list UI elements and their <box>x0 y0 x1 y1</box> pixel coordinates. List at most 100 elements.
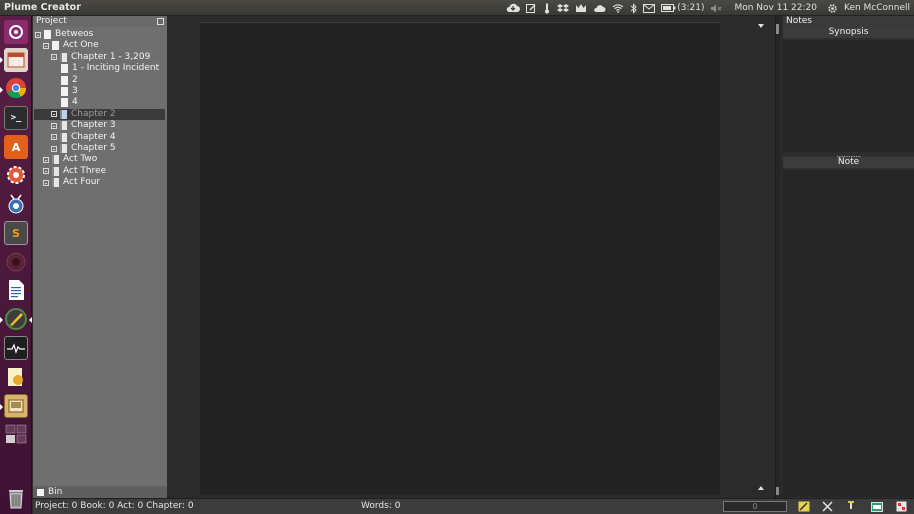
tree-item[interactable]: Betweos <box>35 29 93 40</box>
volume-icon[interactable] <box>710 1 722 15</box>
tree-item[interactable]: Act One <box>43 40 99 51</box>
tree-item[interactable]: Chapter 4 <box>51 132 116 143</box>
panel-splitter[interactable] <box>775 16 780 498</box>
tree-item-label: 2 <box>72 74 78 85</box>
synopsis-textarea[interactable] <box>783 40 914 152</box>
editor-text-area[interactable] <box>200 22 720 495</box>
edit-icon[interactable] <box>526 1 537 15</box>
tree-item[interactable]: Chapter 5 <box>51 143 116 154</box>
word-count: Words: 0 <box>361 501 401 511</box>
tree-item-label: Act Three <box>63 165 107 176</box>
tree-item-label: 1 - Inciting Incident <box>72 63 160 74</box>
timer-input[interactable]: 0 <box>723 501 787 512</box>
dock-float-button[interactable] <box>157 18 164 25</box>
tree-item[interactable]: Chapter 1 - 3,209 <box>51 52 150 63</box>
book-icon <box>44 30 51 39</box>
cloud-download-icon[interactable] <box>506 1 521 15</box>
tree-item-label: Chapter 1 - 3,209 <box>71 51 151 62</box>
sublime-icon[interactable]: S <box>4 221 28 245</box>
tree-item-label: Act Four <box>63 177 101 188</box>
note-textarea[interactable] <box>783 170 914 497</box>
chapter-icon <box>52 155 59 165</box>
tree-item[interactable]: 3 <box>61 86 78 97</box>
document-icon <box>61 75 68 85</box>
project-header: Project <box>33 16 167 27</box>
datetime[interactable]: Mon Nov 11 22:20 <box>734 1 817 15</box>
software-center-icon[interactable]: A <box>4 135 28 159</box>
chapter-icon <box>60 121 67 131</box>
expand-toggle-icon[interactable] <box>51 145 57 152</box>
expand-toggle-icon[interactable] <box>43 156 49 163</box>
expand-toggle-icon[interactable] <box>51 122 57 129</box>
expand-toggle-icon[interactable] <box>51 54 57 61</box>
pin-icon[interactable] <box>845 501 857 512</box>
tree-item[interactable]: 1 - Inciting Incident <box>61 63 159 74</box>
tree-item[interactable]: Act Two <box>43 154 97 165</box>
tree-item[interactable]: Chapter 3 <box>51 120 116 131</box>
chapter-icon <box>52 166 59 176</box>
notes-panel: Notes Synopsis .............. Note <box>783 16 914 498</box>
scroll-up-arrow-icon[interactable] <box>758 486 764 490</box>
user-name[interactable]: Ken McConnell <box>844 1 910 15</box>
trash-icon[interactable] <box>4 486 28 510</box>
tree-item[interactable]: Act Three <box>43 166 106 177</box>
document-icon <box>52 41 59 51</box>
files-icon[interactable] <box>4 48 28 72</box>
battery-icon[interactable]: (3:21) <box>661 1 704 15</box>
tree-item[interactable]: Chapter 2 <box>34 108 165 120</box>
terminal-icon[interactable]: >_ <box>4 106 28 130</box>
expand-toggle-icon[interactable] <box>43 168 49 175</box>
tree-item-label: Act Two <box>63 154 98 165</box>
system-monitor-icon[interactable] <box>4 336 28 360</box>
chapter-icon <box>60 132 67 142</box>
bug-icon[interactable] <box>4 192 28 216</box>
tools-icon[interactable] <box>821 501 833 512</box>
expand-toggle-icon[interactable] <box>43 179 49 186</box>
layout-icon[interactable] <box>895 501 907 512</box>
expand-toggle-icon[interactable] <box>35 31 41 38</box>
scanner-icon[interactable] <box>4 394 28 418</box>
splitter-handle[interactable] <box>776 24 779 34</box>
document-icon <box>61 87 68 96</box>
tree-item[interactable]: 2 <box>61 75 78 86</box>
synopsis-title: Synopsis <box>783 27 914 38</box>
fullscreen-edit-icon[interactable] <box>798 501 810 512</box>
settings-icon[interactable] <box>4 163 28 187</box>
crown-icon[interactable] <box>575 1 587 15</box>
bluetooth-icon[interactable] <box>630 1 637 15</box>
scroll-down-arrow-icon[interactable] <box>758 24 764 28</box>
document-icon[interactable] <box>4 278 28 302</box>
note-title: Note <box>783 157 914 168</box>
tree-item-label: Chapter 4 <box>71 131 116 142</box>
dash-icon[interactable] <box>4 20 28 44</box>
launcher-pip <box>0 87 3 93</box>
splitter-handle[interactable] <box>776 487 779 495</box>
project-panel: Project <box>33 16 167 498</box>
dropbox-icon[interactable] <box>557 1 570 15</box>
image-icon[interactable] <box>871 501 883 512</box>
notes-app-icon[interactable] <box>4 365 28 389</box>
expand-toggle-icon[interactable] <box>51 111 57 118</box>
notes-header: Notes <box>783 16 914 27</box>
cloud-icon[interactable] <box>593 1 606 15</box>
gear-icon[interactable] <box>827 1 838 15</box>
launcher: >_ A S <box>0 16 32 514</box>
bin-item[interactable]: Bin <box>33 486 167 498</box>
chapter-icon <box>60 144 67 153</box>
wifi-icon[interactable] <box>612 1 624 15</box>
chrome-icon[interactable] <box>4 76 28 100</box>
expand-toggle-icon[interactable] <box>43 42 49 49</box>
expand-toggle-icon[interactable] <box>51 134 57 141</box>
tree-item[interactable]: 4 <box>61 97 78 108</box>
workspaces-icon[interactable] <box>4 422 28 446</box>
mail-icon[interactable] <box>643 1 656 15</box>
tree-item[interactable]: Act Four <box>43 177 100 188</box>
tree-item-label: 3 <box>72 86 78 96</box>
tree-item-label: Betweos <box>55 29 94 39</box>
bin-icon <box>37 488 44 496</box>
thermometer-icon[interactable] <box>543 1 551 15</box>
record-icon[interactable] <box>4 250 28 274</box>
tree-item-label: Act One <box>63 40 99 51</box>
plume-icon[interactable] <box>4 307 28 331</box>
project-header-label: Project <box>36 16 67 26</box>
